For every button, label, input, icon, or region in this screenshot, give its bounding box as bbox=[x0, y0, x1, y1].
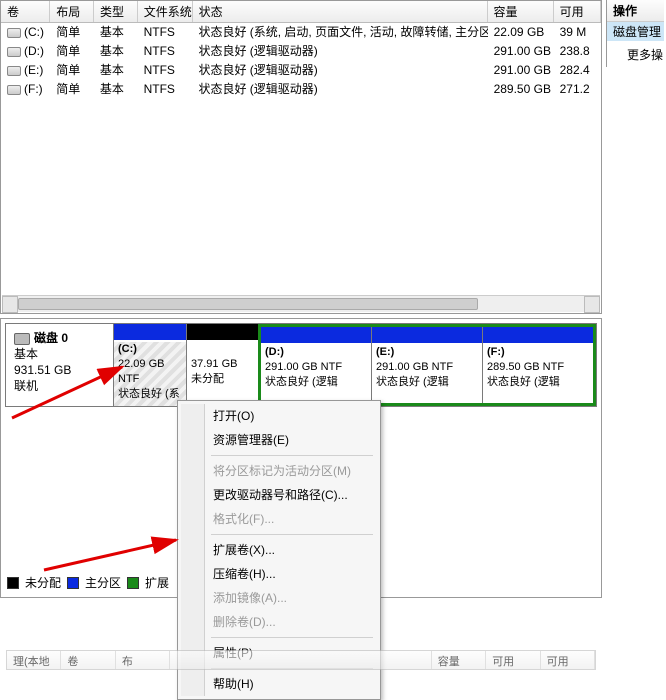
actions-item-diskmgmt[interactable]: 磁盘管理 bbox=[607, 22, 664, 42]
volume-icon bbox=[7, 66, 21, 76]
volume-drive: (D:) bbox=[24, 44, 44, 58]
col-header-status[interactable]: 状态 bbox=[193, 1, 488, 22]
scroll-right-arrow-icon[interactable] bbox=[584, 296, 600, 313]
disk-row: 磁盘 0 基本 931.51 GB 联机 (C:) 22.09 GB NTF 状… bbox=[5, 323, 597, 407]
ctx-shrink[interactable]: 压缩卷(H)... bbox=[181, 562, 377, 586]
partition-status: 状态良好 (系 bbox=[118, 388, 180, 400]
partition-label: (F:) bbox=[487, 346, 505, 358]
partition-status: 未分配 bbox=[191, 373, 224, 385]
ctx-change-letter[interactable]: 更改驱动器号和路径(C)... bbox=[181, 483, 377, 507]
partition-status: 状态良好 (逻辑 bbox=[376, 376, 449, 388]
volume-row[interactable]: (D:) 简单 基本 NTFS 状态良好 (逻辑驱动器) 291.00 GB 2… bbox=[1, 42, 601, 61]
volume-layout: 简单 bbox=[50, 23, 94, 42]
volume-status: 状态良好 (系统, 启动, 页面文件, 活动, 故障转储, 主分区) bbox=[192, 23, 487, 42]
col-header-layout[interactable]: 布局 bbox=[50, 1, 94, 22]
partition-size: 291.00 GB NTF bbox=[376, 361, 453, 373]
extended-partition-wrap: (D:) 291.00 GB NTF 状态良好 (逻辑 (E:) 291.00 … bbox=[258, 324, 596, 406]
scroll-left-arrow-icon[interactable] bbox=[2, 296, 18, 313]
partition-e[interactable]: (E:) 291.00 GB NTF 状态良好 (逻辑 bbox=[371, 327, 482, 403]
ctx-help[interactable]: 帮助(H) bbox=[181, 672, 377, 696]
ctx-explorer[interactable]: 资源管理器(E) bbox=[181, 428, 377, 452]
partition-label: (C:) bbox=[118, 343, 137, 355]
volume-type: 基本 bbox=[94, 23, 138, 42]
partition-unallocated[interactable]: 37.91 GB 未分配 bbox=[186, 324, 258, 406]
disk-size: 931.51 GB bbox=[14, 362, 105, 378]
partition-size: 289.50 GB NTF bbox=[487, 361, 564, 373]
ctx-separator bbox=[211, 637, 373, 638]
actions-item-more[interactable]: 更多操 bbox=[607, 42, 664, 67]
legend: 未分配 主分区 扩展 bbox=[7, 574, 169, 591]
partition-size: 37.91 GB bbox=[191, 358, 237, 370]
ctx-separator bbox=[211, 455, 373, 456]
legend-label-primary: 主分区 bbox=[85, 574, 121, 591]
volume-icon bbox=[7, 28, 21, 38]
partition-header-bar bbox=[261, 327, 371, 343]
ctx-delete: 删除卷(D)... bbox=[181, 610, 377, 634]
volume-list-hscrollbar[interactable] bbox=[2, 295, 600, 312]
disk-icon bbox=[14, 333, 30, 345]
partition-status: 状态良好 (逻辑 bbox=[265, 376, 338, 388]
col-header-type[interactable]: 类型 bbox=[94, 1, 138, 22]
volume-fs: NTFS bbox=[138, 23, 193, 42]
actions-pane: 操作 磁盘管理 更多操 bbox=[606, 0, 664, 67]
partition-f[interactable]: (F:) 289.50 GB NTF 状态良好 (逻辑 bbox=[482, 327, 593, 403]
disk-kind: 基本 bbox=[14, 346, 105, 362]
partition-status: 状态良好 (逻辑 bbox=[487, 376, 560, 388]
background-window-strip: 理(本地 卷 布 容量 可用 可用 bbox=[6, 650, 596, 670]
partition-label: (D:) bbox=[265, 346, 284, 358]
legend-swatch-unalloc bbox=[7, 577, 19, 589]
volume-row[interactable]: (F:) 简单 基本 NTFS 状态良好 (逻辑驱动器) 289.50 GB 2… bbox=[1, 80, 601, 99]
volume-icon bbox=[7, 47, 21, 57]
volume-icon bbox=[7, 85, 21, 95]
volume-drive: (F:) bbox=[24, 82, 43, 96]
volume-capacity: 22.09 GB bbox=[488, 23, 554, 42]
volume-list-header: 卷 布局 类型 文件系统 状态 容量 可用 bbox=[1, 1, 601, 23]
scroll-thumb[interactable] bbox=[18, 298, 478, 310]
col-header-volume[interactable]: 卷 bbox=[1, 1, 50, 22]
partition-header-bar bbox=[483, 327, 593, 343]
partition-size: 22.09 GB NTF bbox=[118, 358, 164, 385]
disk-state: 联机 bbox=[14, 378, 105, 394]
legend-label-extended: 扩展 bbox=[145, 574, 169, 591]
disk-name: 磁盘 0 bbox=[34, 331, 68, 345]
legend-label-unalloc: 未分配 bbox=[25, 574, 61, 591]
partition-c[interactable]: (C:) 22.09 GB NTF 状态良好 (系 bbox=[114, 324, 186, 406]
legend-swatch-extended bbox=[127, 577, 139, 589]
volume-row[interactable]: (C:) 简单 基本 NTFS 状态良好 (系统, 启动, 页面文件, 活动, … bbox=[1, 23, 601, 42]
volume-drive: (E:) bbox=[24, 63, 43, 77]
ctx-mirror: 添加镜像(A)... bbox=[181, 586, 377, 610]
actions-header: 操作 bbox=[607, 0, 664, 22]
col-header-capacity[interactable]: 容量 bbox=[488, 1, 554, 22]
volume-row[interactable]: (E:) 简单 基本 NTFS 状态良好 (逻辑驱动器) 291.00 GB 2… bbox=[1, 61, 601, 80]
ctx-open[interactable]: 打开(O) bbox=[181, 404, 377, 428]
volume-list-panel: 卷 布局 类型 文件系统 状态 容量 可用 (C:) 简单 基本 NTFS 状态… bbox=[0, 0, 602, 314]
volume-avail: 39 M bbox=[554, 23, 601, 42]
partition-header-bar bbox=[187, 324, 258, 340]
legend-swatch-primary bbox=[67, 577, 79, 589]
volume-drive: (C:) bbox=[24, 25, 44, 39]
col-header-avail[interactable]: 可用 bbox=[554, 1, 601, 22]
partition-d[interactable]: (D:) 291.00 GB NTF 状态良好 (逻辑 bbox=[261, 327, 371, 403]
partition-header-bar bbox=[372, 327, 482, 343]
ctx-separator bbox=[211, 534, 373, 535]
partition-size: 291.00 GB NTF bbox=[265, 361, 342, 373]
ctx-extend[interactable]: 扩展卷(X)... bbox=[181, 538, 377, 562]
partition-strip: (C:) 22.09 GB NTF 状态良好 (系 37.91 GB 未分配 (… bbox=[114, 324, 596, 406]
ctx-mark-active: 将分区标记为活动分区(M) bbox=[181, 459, 377, 483]
partition-header-bar bbox=[114, 324, 186, 340]
col-header-fs[interactable]: 文件系统 bbox=[138, 1, 193, 22]
partition-label: (E:) bbox=[376, 346, 394, 358]
disk-info[interactable]: 磁盘 0 基本 931.51 GB 联机 bbox=[6, 324, 114, 406]
ctx-format: 格式化(F)... bbox=[181, 507, 377, 531]
